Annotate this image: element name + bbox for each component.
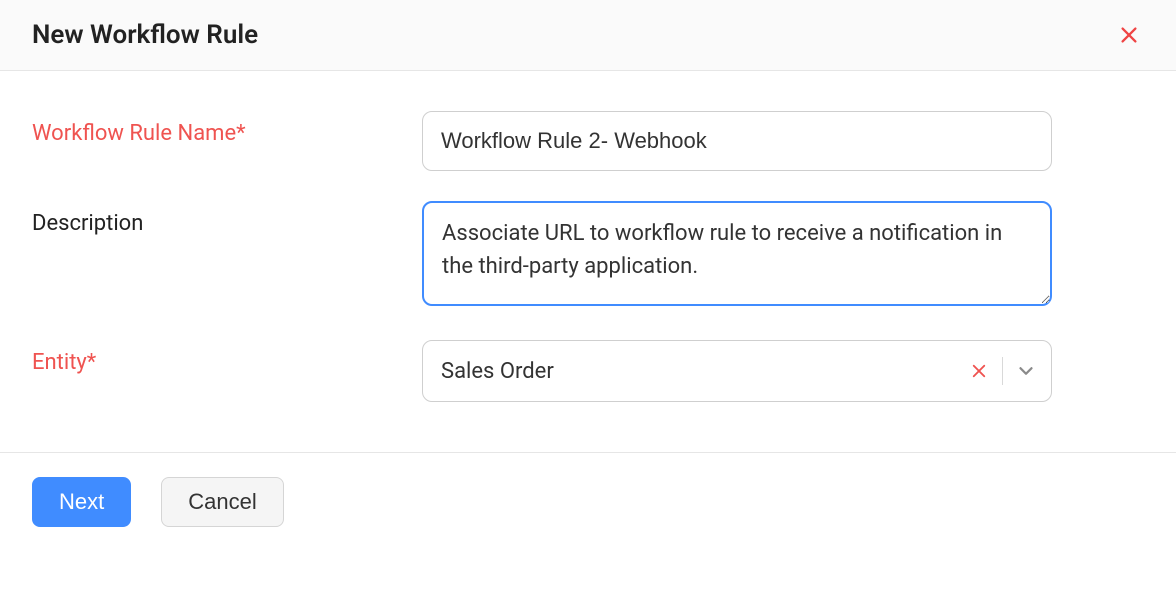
entity-label: Entity* xyxy=(32,340,422,375)
chevron-down-icon xyxy=(1015,360,1037,382)
workflow-name-label: Workflow Rule Name* xyxy=(32,111,422,146)
entity-selected-value: Sales Order xyxy=(441,359,960,384)
form-body: Workflow Rule Name* Description Entity* … xyxy=(0,71,1176,452)
dialog-footer: Next Cancel xyxy=(0,452,1176,551)
description-textarea[interactable] xyxy=(422,201,1052,306)
row-entity: Entity* Sales Order xyxy=(32,340,1144,402)
close-icon xyxy=(970,362,988,380)
entity-clear-button[interactable] xyxy=(960,356,998,386)
next-button[interactable]: Next xyxy=(32,477,131,527)
dialog-header: New Workflow Rule xyxy=(0,0,1176,71)
row-workflow-name: Workflow Rule Name* xyxy=(32,111,1144,171)
select-divider xyxy=(1002,357,1003,385)
entity-dropdown-toggle[interactable] xyxy=(1007,354,1051,388)
workflow-name-input[interactable] xyxy=(422,111,1052,171)
entity-select[interactable]: Sales Order xyxy=(422,340,1052,402)
description-label: Description xyxy=(32,201,422,236)
close-icon xyxy=(1118,24,1140,46)
cancel-button[interactable]: Cancel xyxy=(161,477,283,527)
dialog-title: New Workflow Rule xyxy=(32,20,258,50)
row-description: Description xyxy=(32,201,1144,310)
close-button[interactable] xyxy=(1114,20,1144,50)
